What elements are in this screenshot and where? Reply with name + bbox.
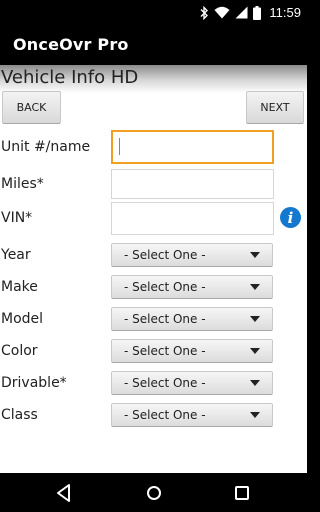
dropdown-arrow-icon — [250, 348, 260, 354]
battery-icon — [253, 5, 262, 20]
make-label: Make — [1, 279, 38, 295]
model-select[interactable]: - Select One - — [111, 307, 273, 331]
app-title: OnceOvr Pro — [13, 35, 129, 54]
recents-icon[interactable] — [231, 482, 253, 504]
drivable-select-value: - Select One - — [124, 376, 206, 390]
dropdown-arrow-icon — [250, 284, 260, 290]
info-icon[interactable]: i — [280, 207, 301, 228]
class-select-value: - Select One - — [124, 408, 206, 422]
back-icon[interactable] — [53, 482, 75, 504]
class-label: Class — [1, 407, 38, 423]
make-select-value: - Select One - — [124, 280, 206, 294]
color-label: Color — [1, 343, 38, 359]
dropdown-arrow-icon — [250, 252, 260, 258]
dropdown-arrow-icon — [250, 316, 260, 322]
year-label: Year — [1, 247, 31, 263]
dropdown-arrow-icon — [250, 412, 260, 418]
model-label: Model — [1, 311, 44, 327]
text-caret — [119, 138, 120, 155]
miles-label: Miles* — [1, 176, 44, 192]
wifi-icon — [214, 6, 230, 19]
home-icon[interactable] — [143, 482, 165, 504]
navigation-bar — [0, 473, 307, 512]
signal-icon — [235, 6, 248, 19]
app-bar: OnceOvr Pro — [0, 25, 307, 65]
status-icons: 11:59 — [199, 3, 301, 22]
bluetooth-icon — [200, 5, 209, 20]
model-select-value: - Select One - — [124, 312, 206, 326]
status-time: 11:59 — [269, 5, 301, 20]
class-select[interactable]: - Select One - — [111, 403, 273, 427]
vin-label: VIN* — [1, 210, 33, 226]
next-button[interactable]: NEXT — [246, 91, 304, 124]
color-select[interactable]: - Select One - — [111, 339, 273, 363]
year-select-value: - Select One - — [124, 248, 206, 262]
color-select-value: - Select One - — [124, 344, 206, 358]
status-bar: 11:59 — [0, 0, 307, 25]
vin-input[interactable] — [111, 202, 274, 235]
unit-label: Unit #/name — [1, 139, 91, 155]
back-button[interactable]: BACK — [2, 91, 61, 124]
drivable-label: Drivable* — [1, 375, 67, 391]
page-title: Vehicle Info HD — [1, 67, 139, 88]
dropdown-arrow-icon — [250, 380, 260, 386]
content-area: Vehicle Info HD BACK NEXT Unit #/name Mi… — [0, 65, 307, 473]
drivable-select[interactable]: - Select One - — [111, 371, 273, 395]
unit-input[interactable] — [111, 130, 274, 164]
year-select[interactable]: - Select One - — [111, 243, 273, 267]
miles-input[interactable] — [111, 169, 274, 199]
make-select[interactable]: - Select One - — [111, 275, 273, 299]
